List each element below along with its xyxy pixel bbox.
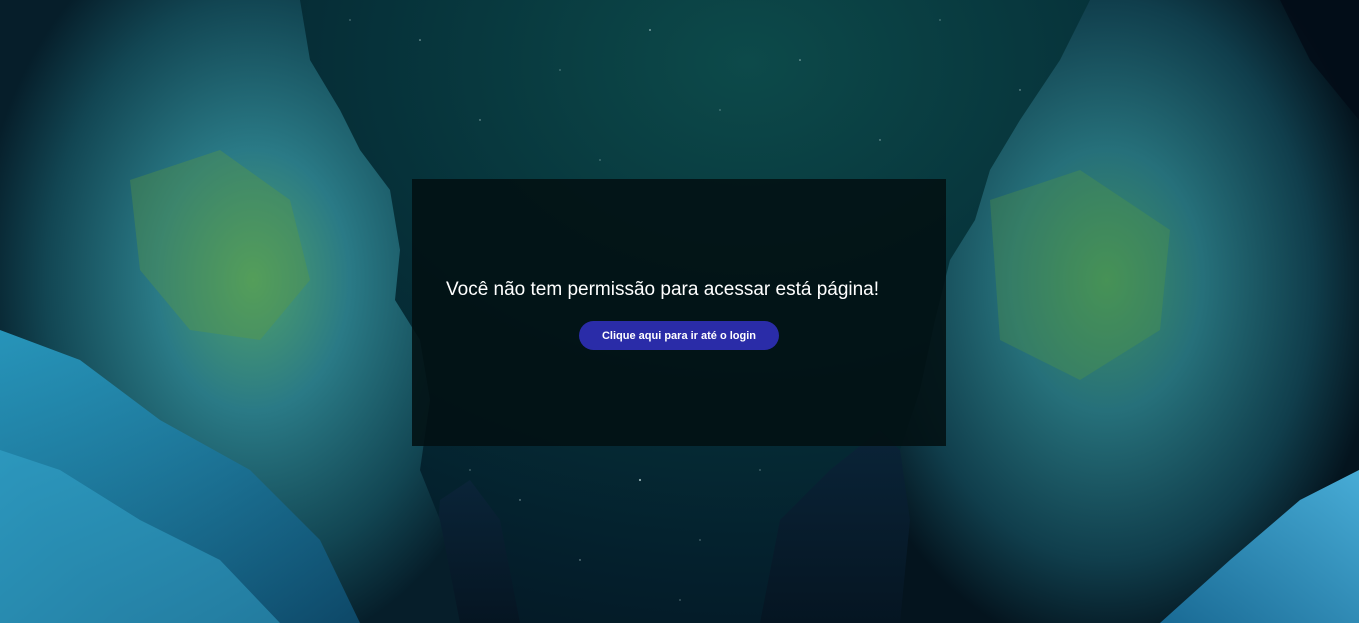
access-denied-panel: Você não tem permissão para acessar está… — [412, 179, 946, 446]
access-denied-message: Você não tem permissão para acessar está… — [446, 279, 880, 300]
background-scene: Você não tem permissão para acessar está… — [0, 0, 1359, 623]
go-to-login-button[interactable]: Clique aqui para ir até o login — [579, 321, 779, 350]
